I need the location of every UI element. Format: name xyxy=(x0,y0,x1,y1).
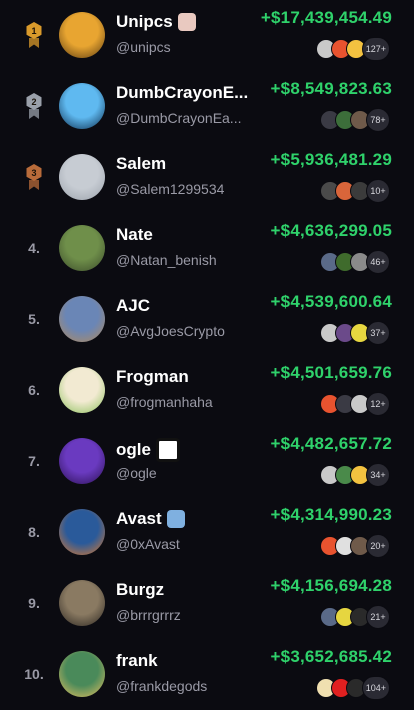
leaderboard-row[interactable]: 2 DumbCrayonE... @DumbCrayonEa... +$8,549,8… xyxy=(0,71,414,142)
avatar[interactable] xyxy=(59,296,105,342)
token-holdings[interactable]: 127+ xyxy=(315,37,390,61)
more-tokens-count[interactable]: 21+ xyxy=(366,605,390,629)
token-holdings[interactable]: 12+ xyxy=(320,392,390,416)
avatar[interactable] xyxy=(59,509,105,555)
rank-indicator: 9. xyxy=(20,586,48,620)
leaderboard-row[interactable]: 9. Burgz @brrrgrrrz +$4,156,694.28 21+ xyxy=(0,568,414,639)
avatar[interactable] xyxy=(59,651,105,697)
leaderboard-row[interactable]: 3 Salem @Salem1299534 +$5,936,481.29 10+ xyxy=(0,142,414,213)
bronze-medal-icon: 3 xyxy=(26,164,42,190)
medal-rank-text: 3 xyxy=(31,168,36,178)
profit-value: +$8,549,823.63 xyxy=(270,79,392,98)
token-holdings[interactable]: 21+ xyxy=(320,605,390,629)
avatar[interactable] xyxy=(59,12,105,58)
trader-name[interactable]: Salem xyxy=(116,154,166,174)
profit-value: +$4,501,659.76 xyxy=(270,363,392,382)
more-tokens-count[interactable]: 12+ xyxy=(366,392,390,416)
leaderboard-row[interactable]: 8. Avast @0xAvast +$4,314,990.23 20+ xyxy=(0,497,414,568)
trader-handle[interactable]: @0xAvast xyxy=(116,536,180,552)
leaderboard-row[interactable]: 7. ogle @ogle +$4,482,657.72 34+ xyxy=(0,426,414,497)
rank-indicator: 10. xyxy=(20,657,48,691)
profit-value: +$5,936,481.29 xyxy=(270,150,392,169)
trader-name[interactable]: frank xyxy=(116,651,158,671)
profit-value: +$4,482,657.72 xyxy=(270,434,392,453)
profit-value: +$17,439,454.49 xyxy=(260,8,392,27)
leaderboard-row[interactable]: 4. Nate @Natan_benish +$4,636,299.05 46+ xyxy=(0,213,414,284)
trader-handle[interactable]: @Natan_benish xyxy=(116,252,217,268)
profile-badge-icon xyxy=(155,438,180,462)
trader-handle[interactable]: @unipcs xyxy=(116,39,171,55)
more-tokens-count[interactable]: 20+ xyxy=(366,534,390,558)
avatar[interactable] xyxy=(59,438,105,484)
token-holdings[interactable]: 37+ xyxy=(320,321,390,345)
more-tokens-count[interactable]: 37+ xyxy=(366,321,390,345)
trader-name[interactable]: Unipcs xyxy=(116,12,173,32)
profit-value: +$4,156,694.28 xyxy=(270,576,392,595)
more-tokens-count[interactable]: 46+ xyxy=(366,250,390,274)
trader-name[interactable]: Frogman xyxy=(116,367,189,387)
profile-badge-icon xyxy=(166,510,185,528)
rank-number: 6. xyxy=(28,382,40,398)
avatar[interactable] xyxy=(59,367,105,413)
trader-handle[interactable]: @Salem1299534 xyxy=(116,181,224,197)
rank-indicator: 5. xyxy=(20,302,48,336)
medal-rank-text: 2 xyxy=(31,97,36,107)
rank-indicator: 3 xyxy=(20,160,48,194)
silver-medal-icon: 2 xyxy=(26,93,42,119)
trader-handle[interactable]: @ogle xyxy=(116,465,157,481)
rank-number: 4. xyxy=(28,240,40,256)
rank-indicator: 8. xyxy=(20,515,48,549)
rank-number: 9. xyxy=(28,595,40,611)
leaderboard-row[interactable]: 10. frank @frankdegods +$3,652,685.42 104+ xyxy=(0,639,414,710)
profit-value: +$4,636,299.05 xyxy=(270,221,392,240)
leaderboard-row[interactable]: 5. AJC @AvgJoesCrypto +$4,539,600.64 37+ xyxy=(0,284,414,355)
rank-indicator: 4. xyxy=(20,231,48,265)
more-tokens-count[interactable]: 78+ xyxy=(366,108,390,132)
leaderboard-row[interactable]: 1 Unipcs @unipcs +$17,439,454.49 127+ xyxy=(0,0,414,71)
trader-name[interactable]: Burgz xyxy=(116,580,164,600)
rank-number: 7. xyxy=(28,453,40,469)
medal-rank-text: 1 xyxy=(31,26,36,36)
leaderboard-row[interactable]: 6. Frogman @frogmanhaha +$4,501,659.76 12+ xyxy=(0,355,414,426)
token-holdings[interactable]: 34+ xyxy=(320,463,390,487)
leaderboard-list: 1 Unipcs @unipcs +$17,439,454.49 127+ 2 DumbCr… xyxy=(0,0,414,710)
token-holdings[interactable]: 104+ xyxy=(315,676,390,700)
rank-indicator: 2 xyxy=(20,89,48,123)
more-tokens-count[interactable]: 104+ xyxy=(361,676,390,700)
trader-name[interactable]: Nate xyxy=(116,225,153,245)
rank-number: 10. xyxy=(24,666,44,682)
trader-handle[interactable]: @brrrgrrrz xyxy=(116,607,181,623)
rank-indicator: 6. xyxy=(20,373,48,407)
trader-handle[interactable]: @frogmanhaha xyxy=(116,394,213,410)
gold-medal-icon: 1 xyxy=(26,22,42,48)
profile-badge-icon xyxy=(177,13,196,31)
avatar[interactable] xyxy=(59,154,105,200)
rank-indicator: 7. xyxy=(20,444,48,478)
profit-value: +$4,539,600.64 xyxy=(270,292,392,311)
more-tokens-count[interactable]: 10+ xyxy=(366,179,390,203)
rank-number: 5. xyxy=(28,311,40,327)
token-holdings[interactable]: 20+ xyxy=(320,534,390,558)
trader-name[interactable]: DumbCrayonE... xyxy=(116,83,248,103)
trader-handle[interactable]: @AvgJoesCrypto xyxy=(116,323,225,339)
trader-name[interactable]: ogle xyxy=(116,440,151,460)
rank-indicator: 1 xyxy=(20,18,48,52)
avatar[interactable] xyxy=(59,580,105,626)
token-holdings[interactable]: 10+ xyxy=(320,179,390,203)
token-holdings[interactable]: 78+ xyxy=(320,108,390,132)
trader-name[interactable]: AJC xyxy=(116,296,150,316)
avatar[interactable] xyxy=(59,83,105,129)
trader-name[interactable]: Avast xyxy=(116,509,162,529)
token-holdings[interactable]: 46+ xyxy=(320,250,390,274)
avatar[interactable] xyxy=(59,225,105,271)
profit-value: +$3,652,685.42 xyxy=(270,647,392,666)
trader-handle[interactable]: @frankdegods xyxy=(116,678,207,694)
rank-number: 8. xyxy=(28,524,40,540)
trader-handle[interactable]: @DumbCrayonEa... xyxy=(116,110,241,126)
more-tokens-count[interactable]: 34+ xyxy=(366,463,390,487)
profit-value: +$4,314,990.23 xyxy=(270,505,392,524)
more-tokens-count[interactable]: 127+ xyxy=(361,37,390,61)
